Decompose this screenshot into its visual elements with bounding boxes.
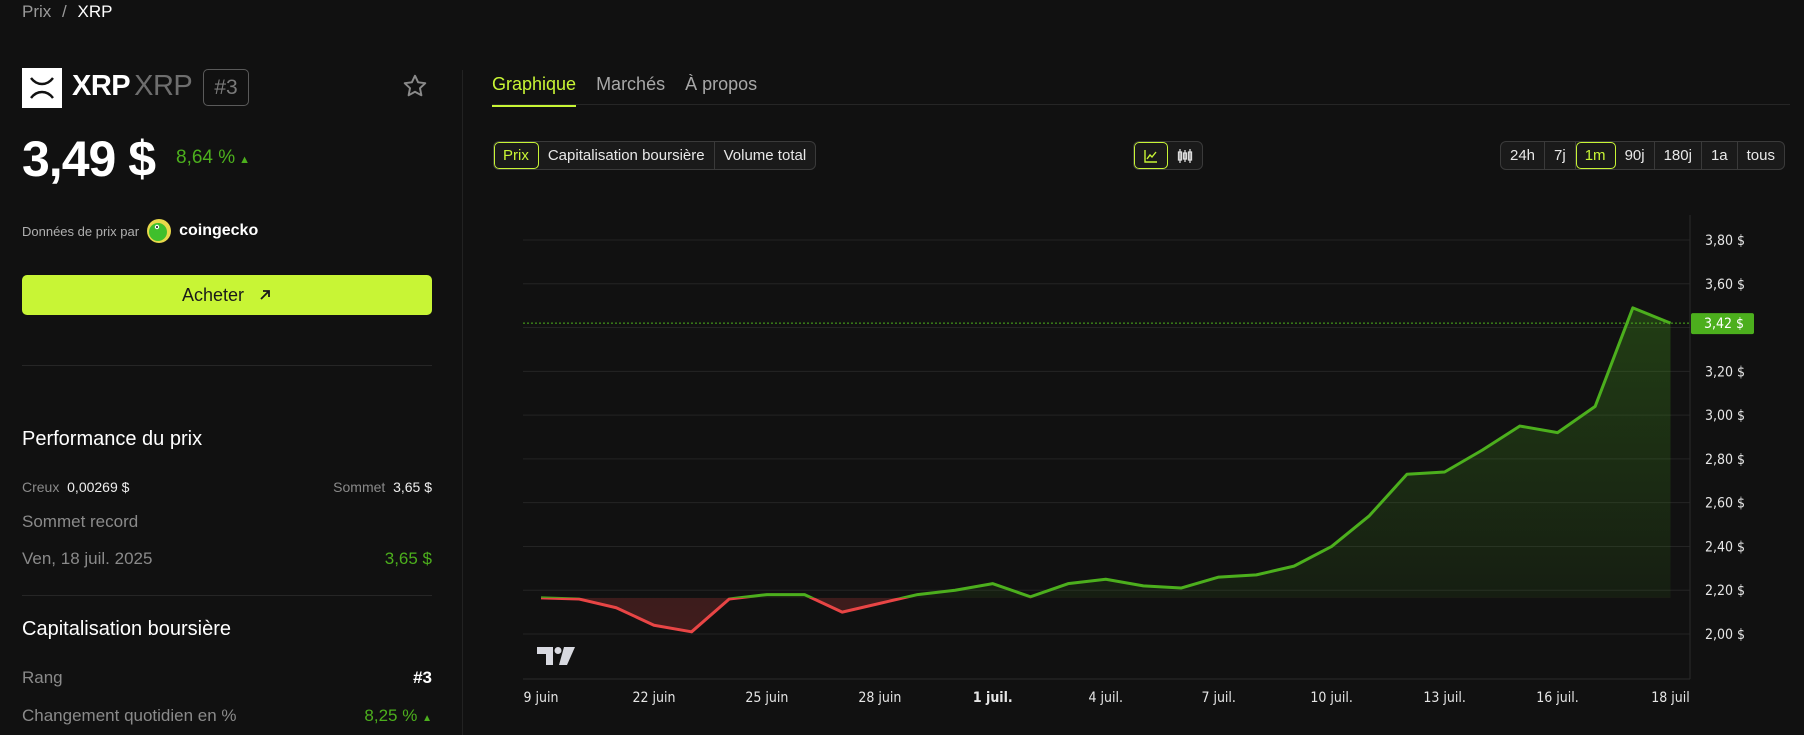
y-tick-label: 3,00 $ [1705,408,1745,424]
x-tick-label: 10 juil. [1310,690,1353,706]
x-tick-label: 1 juil. [973,690,1013,706]
last-price-label: 3,42 $ [1704,316,1744,332]
price-chart[interactable]: 2,00 $ 2,20 $ 2,40 $ 2,60 $ 2,80 $ 3,00 $ 3,20… [0,0,1804,735]
y-tick-label: 3,20 $ [1705,364,1745,380]
y-tick-label: 2,40 $ [1705,539,1745,555]
x-tick-label: 4 juil. [1089,690,1124,706]
y-tick-label: 3,80 $ [1705,233,1745,249]
y-tick-label: 2,60 $ [1705,496,1745,512]
x-tick-label: 25 juin [745,690,788,706]
y-tick-label: 2,20 $ [1705,583,1745,599]
x-tick-label: 16 juil. [1536,690,1579,706]
x-tick-label: 7 juil. [1201,690,1236,706]
y-tick-label: 2,00 $ [1705,627,1745,643]
area-fill-up [541,307,1671,598]
x-tick-label: 9 juin [524,690,559,706]
y-tick-label: 3,60 $ [1705,277,1745,293]
x-tick-label: 28 juin [858,690,901,706]
x-tick-label: 13 juil. [1423,690,1466,706]
tradingview-logo-icon[interactable] [537,647,575,665]
y-tick-label: 2,80 $ [1705,452,1745,468]
x-tick-label: 18 juil [1651,690,1690,706]
x-tick-label: 22 juin [632,690,675,706]
